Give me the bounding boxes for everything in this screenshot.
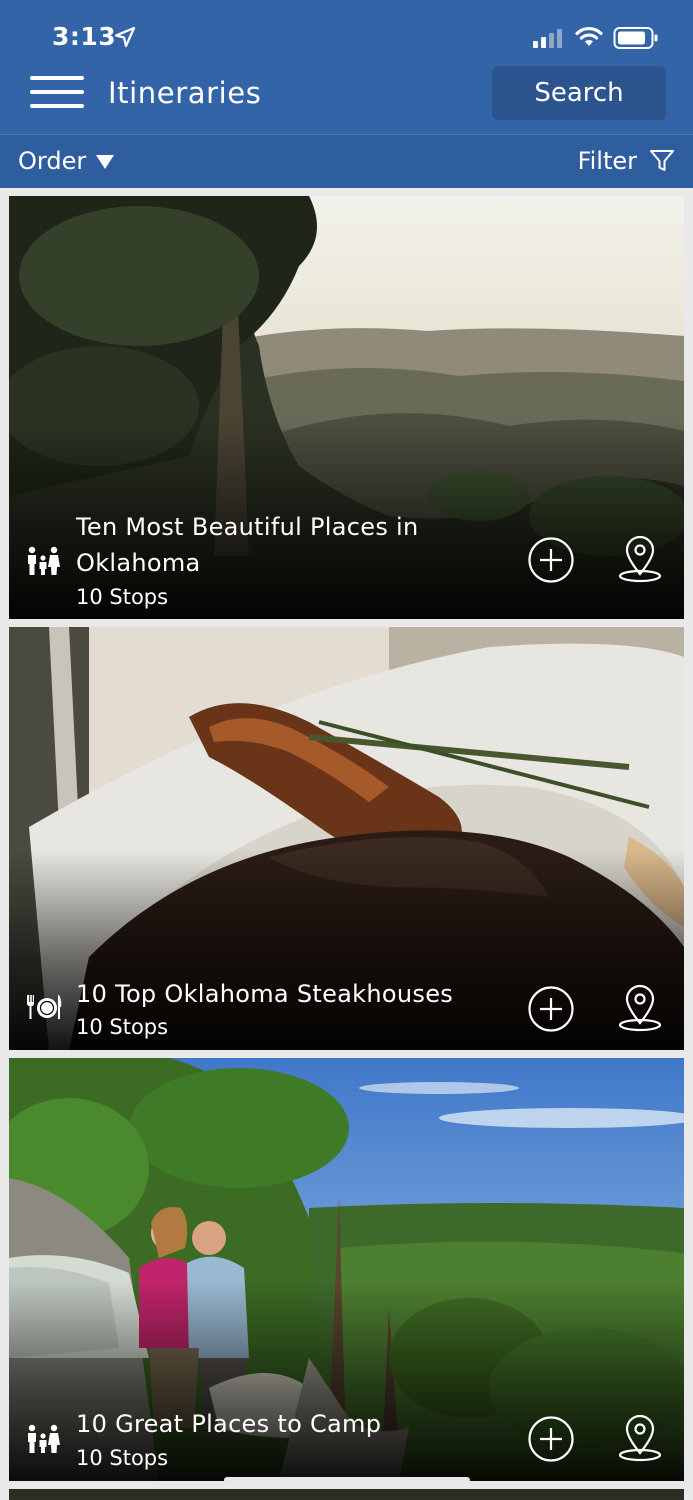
order-label: Order	[18, 147, 87, 175]
search-button[interactable]: Search	[492, 66, 666, 120]
itinerary-card-partial[interactable]	[9, 1489, 684, 1500]
add-plus-icon[interactable]	[527, 536, 575, 584]
page-title: Itineraries	[108, 76, 262, 110]
cellular-signal-icon	[533, 29, 562, 48]
wifi-icon	[575, 26, 603, 46]
status-bar: 3:13	[0, 0, 693, 62]
map-pin-icon[interactable]	[615, 534, 665, 584]
sort-filter-bar: Order Filter	[0, 134, 693, 188]
filter-funnel-icon	[650, 150, 674, 171]
filter-button[interactable]: Filter	[578, 147, 675, 175]
itinerary-title: 10 Great Places to Camp	[76, 1410, 382, 1438]
itinerary-stops: 10 Stops	[76, 1446, 169, 1470]
order-dropdown[interactable]: Order	[18, 147, 115, 175]
app-header: 3:13 Itineraries Search Order Filter	[0, 0, 693, 188]
family-icon	[28, 1424, 60, 1453]
itinerary-card[interactable]: 10 Great Places to Camp 10 Stops	[9, 1058, 684, 1481]
add-plus-icon[interactable]	[527, 1415, 575, 1463]
itinerary-card[interactable]: Ten Most Beautiful Places in Oklahoma 10…	[9, 196, 684, 619]
map-pin-icon[interactable]	[615, 983, 665, 1033]
caret-down-icon	[96, 155, 115, 169]
itinerary-title: 10 Top Oklahoma Steakhouses	[76, 980, 454, 1008]
itinerary-card[interactable]: 10 Top Oklahoma Steakhouses 10 Stops	[9, 627, 684, 1050]
dining-icon	[27, 995, 62, 1019]
status-time: 3:13	[52, 22, 117, 51]
hamburger-menu-icon[interactable]	[30, 74, 86, 110]
family-icon	[28, 546, 60, 575]
location-arrow-icon	[114, 26, 136, 48]
filter-label: Filter	[577, 147, 637, 175]
battery-icon	[613, 27, 658, 49]
itinerary-stops: 10 Stops	[76, 585, 169, 609]
itinerary-stops: 10 Stops	[76, 1015, 169, 1039]
map-pin-icon[interactable]	[615, 1413, 665, 1463]
top-bar: Itineraries Search	[0, 62, 693, 132]
add-plus-icon[interactable]	[527, 985, 575, 1033]
home-indicator[interactable]	[224, 1477, 470, 1483]
itinerary-title: Ten Most Beautiful Places in Oklahoma	[76, 513, 419, 577]
